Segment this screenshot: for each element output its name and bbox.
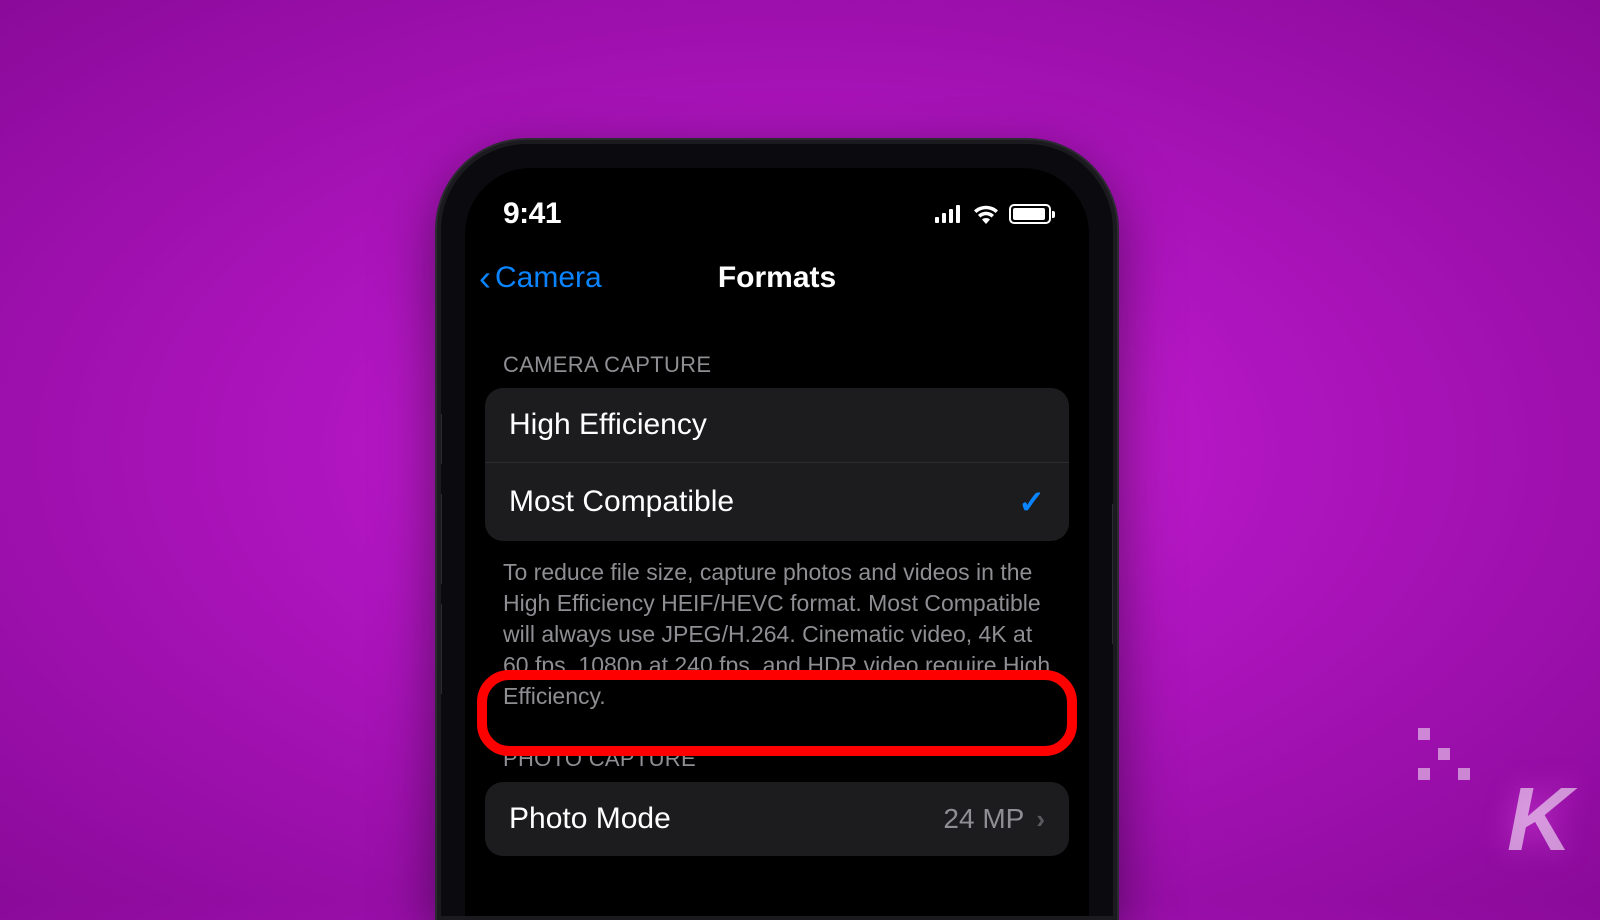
row-label: Most Compatible <box>509 485 734 519</box>
chevron-left-icon: ‹ <box>479 260 491 296</box>
checkmark-icon: ✓ <box>1018 483 1045 521</box>
phone-volume-down <box>437 604 442 694</box>
watermark-logo: K <box>1507 769 1572 872</box>
section-header-camera-capture: CAMERA CAPTURE <box>485 318 1069 388</box>
photo-capture-group: Photo Mode 24 MP › <box>485 782 1069 856</box>
row-value: 24 MP › <box>943 803 1045 835</box>
dynamic-island <box>687 194 867 236</box>
section-header-photo-capture: PHOTO CAPTURE <box>485 712 1069 782</box>
watermark-dots <box>1418 728 1470 780</box>
phone-mute-switch <box>437 414 442 464</box>
row-most-compatible[interactable]: Most Compatible ✓ <box>485 462 1069 541</box>
row-label: High Efficiency <box>509 408 707 442</box>
wifi-icon <box>973 205 999 224</box>
camera-capture-group: High Efficiency Most Compatible ✓ <box>485 388 1069 541</box>
row-photo-mode[interactable]: Photo Mode 24 MP › <box>485 782 1069 856</box>
section-footer-camera-capture: To reduce file size, capture photos and … <box>485 541 1069 712</box>
settings-content: CAMERA CAPTURE High Efficiency Most Comp… <box>465 318 1089 856</box>
status-icons <box>935 204 1051 224</box>
back-button[interactable]: ‹ Camera <box>479 260 602 296</box>
navigation-bar: ‹ Camera Formats <box>465 242 1089 318</box>
page-title: Formats <box>718 261 836 295</box>
phone-volume-up <box>437 494 442 584</box>
phone-screen: 9:41 <box>465 168 1089 916</box>
chevron-right-icon: › <box>1036 804 1045 835</box>
phone-power-button <box>1112 504 1117 644</box>
row-label: Photo Mode <box>509 802 671 836</box>
status-time: 9:41 <box>503 197 561 231</box>
back-label: Camera <box>495 261 602 295</box>
battery-icon <box>1009 204 1051 224</box>
phone-frame: 9:41 <box>437 140 1117 920</box>
cellular-signal-icon <box>935 205 963 223</box>
photo-mode-value: 24 MP <box>943 803 1024 835</box>
row-high-efficiency[interactable]: High Efficiency <box>485 388 1069 462</box>
